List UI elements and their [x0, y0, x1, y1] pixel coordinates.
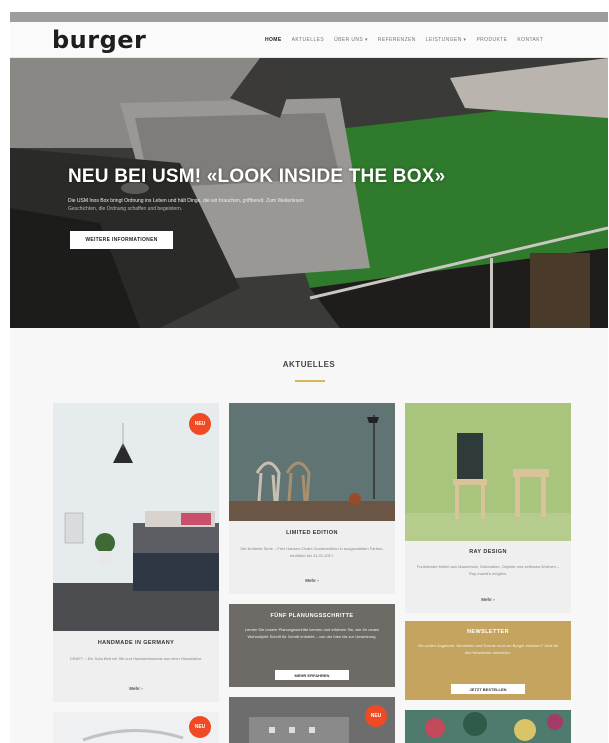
card-more-link[interactable]: Mehr › — [229, 578, 395, 583]
card-title: NEWSLETTER — [467, 629, 509, 635]
hero-image — [10, 58, 608, 328]
top-gray-bar — [10, 12, 608, 22]
main-nav: HOME AKTUELLES ÜBER UNS ▾ REFERENZEN LEI… — [265, 37, 543, 43]
card-body: FÜNF PLANUNGSSCHRITTE Lernen Sie unsere … — [229, 604, 395, 687]
new-badge: NEU — [189, 716, 211, 738]
nav-item-leistungen[interactable]: LEISTUNGEN ▾ — [426, 37, 467, 43]
card-title: RAY DESIGN — [469, 549, 507, 555]
card-image-chairs — [229, 403, 395, 521]
card-text: Lernen Sie unsere Planungsschritte kenne… — [244, 627, 380, 639]
card-more-link[interactable]: Mehr › — [405, 597, 571, 602]
news-card-partial-center[interactable]: NEU — [229, 697, 395, 743]
site-logo[interactable]: burger — [52, 26, 146, 54]
site-header: burger HOME AKTUELLES ÜBER UNS ▾ REFEREN… — [10, 22, 608, 58]
card-image-bedroom — [53, 403, 219, 631]
nav-item-aktuelles[interactable]: AKTUELLES — [292, 37, 325, 43]
card-image-stools — [405, 403, 571, 541]
card-body: NEWSLETTER Sie wollen Angebote, Neuheite… — [405, 621, 571, 700]
new-badge: NEU — [189, 413, 211, 435]
card-image-partial — [405, 710, 571, 743]
nav-item-ueber-uns[interactable]: ÜBER UNS ▾ — [334, 37, 368, 43]
jetzt-bestellen-button[interactable]: JETZT BESTELLEN — [451, 684, 525, 694]
card-body: RAY DESIGN Funktionale Möbel aus Massivh… — [405, 541, 571, 613]
nav-item-kontakt[interactable]: KONTAKT — [517, 37, 543, 43]
nav-item-home[interactable]: HOME — [265, 37, 282, 43]
news-card-partial-left[interactable]: NEU — [53, 712, 219, 743]
card-text: DRAFT – Ein Sofa Bett mit Stil und Handw… — [69, 656, 203, 661]
info-card-newsletter[interactable]: NEWSLETTER Sie wollen Angebote, Neuheite… — [405, 621, 571, 700]
hero-cta-button[interactable]: WEITERE INFORMATIONEN — [70, 231, 173, 249]
news-card-ray-design[interactable]: RAY DESIGN Funktionale Möbel aus Massivh… — [405, 403, 571, 613]
card-text: Funktionale Möbel aus Massivholz, Dekora… — [416, 564, 560, 576]
card-more-link[interactable]: Mehr › — [53, 686, 219, 691]
card-body: HANDMADE IN GERMANY DRAFT – Ein Sofa Bet… — [53, 631, 219, 702]
hero-text-line-2: Geschichten, die Ordnung schaffen und be… — [68, 206, 183, 212]
hero-slider[interactable]: NEU BEI USM! «LOOK INSIDE THE BOX» Die U… — [10, 58, 608, 328]
section-title: AKTUELLES — [282, 360, 336, 369]
card-title: LIMITED EDITION — [286, 530, 338, 536]
hero-text-line-1: Die USM Inos Box bringt Ordnung ins Lebe… — [68, 198, 304, 204]
info-card-planungsschritte[interactable]: FÜNF PLANUNGSSCHRITTE Lernen Sie unsere … — [229, 604, 395, 687]
card-title: FÜNF PLANUNGSSCHRITTE — [270, 613, 354, 619]
card-title: HANDMADE IN GERMANY — [97, 640, 175, 646]
hero-headline: NEU BEI USM! «LOOK INSIDE THE BOX» — [68, 166, 446, 187]
nav-item-referenzen[interactable]: REFERENZEN — [378, 37, 416, 43]
news-card-handmade[interactable]: NEU HANDMADE IN GERMANY DRAFT – Ein Sofa… — [53, 403, 219, 702]
news-card-limited-edition[interactable]: LIMITED EDITION Die limitierte Serie – F… — [229, 403, 395, 594]
card-text: Die limitierte Serie – Fritz Hansen Chai… — [240, 546, 384, 558]
mehr-erfahren-button[interactable]: MEHR ERFAHREN — [275, 670, 349, 680]
card-body: LIMITED EDITION Die limitierte Serie – F… — [229, 521, 395, 594]
card-text: Sie wollen Angebote, Neuheiten und Event… — [417, 643, 559, 655]
nav-item-produkte[interactable]: PRODUKTE — [476, 37, 507, 43]
web-page: burger HOME AKTUELLES ÜBER UNS ▾ REFEREN… — [10, 22, 608, 743]
news-card-partial-right[interactable] — [405, 710, 571, 743]
section-title-rule — [295, 380, 325, 382]
new-badge: NEU — [365, 705, 387, 727]
